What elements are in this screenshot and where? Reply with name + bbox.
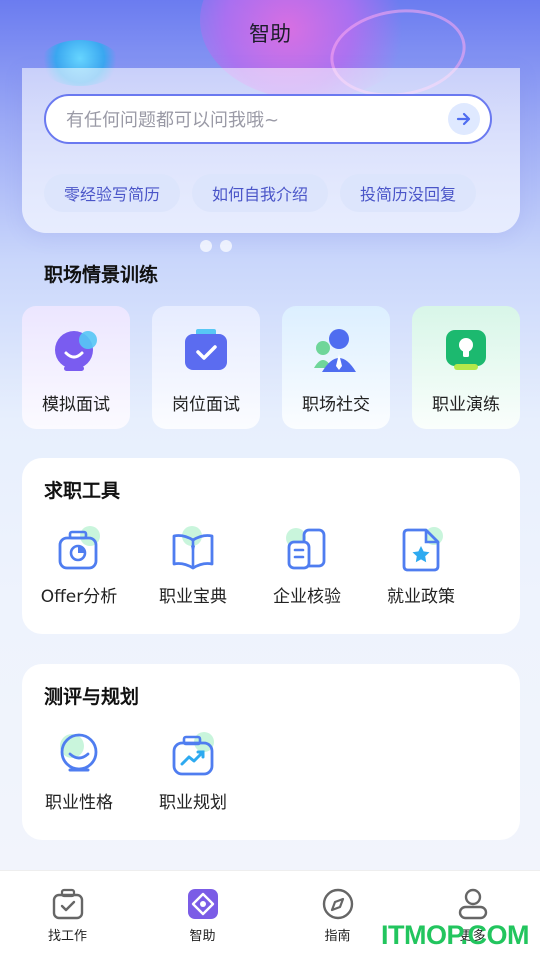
watermark: ITMOP.COM <box>381 920 530 950</box>
scene-item-job-interview[interactable]: 岗位面试 <box>152 306 260 429</box>
section-title-scene-training: 职场情景训练 <box>44 264 159 286</box>
nav-item-find-job[interactable]: 找工作 <box>0 871 135 961</box>
assessment-row: 职业性格 职业规划 <box>22 732 520 822</box>
scene-item-label: 职业演练 <box>432 395 500 415</box>
scene-item-label: 模拟面试 <box>42 395 110 415</box>
section-title-job-tools: 求职工具 <box>44 480 121 502</box>
section-title-assessment: 测评与规划 <box>44 686 140 708</box>
arrow-right-icon <box>456 112 471 126</box>
checked-briefcase-icon <box>185 329 227 370</box>
tool-item-career-handbook[interactable]: 职业宝典 <box>136 526 250 616</box>
briefcase-icon <box>52 888 83 920</box>
scene-item-label: 职场社交 <box>302 395 370 415</box>
tool-item-offer-analysis[interactable]: Offer分析 <box>22 526 136 616</box>
nav-label: 智助 <box>189 929 216 944</box>
tool-item-personality[interactable]: 职业性格 <box>22 732 136 822</box>
page-title: 智助 <box>249 22 291 46</box>
suggestion-chip[interactable]: 零经验写简历 <box>44 174 181 212</box>
career-book-icon <box>172 526 214 570</box>
search-box[interactable] <box>44 94 492 144</box>
tool-item-label: 职业宝典 <box>159 587 227 607</box>
assistant-icon <box>187 889 218 919</box>
compass-icon <box>322 888 353 920</box>
nav-item-assistant[interactable]: 智助 <box>135 871 270 961</box>
job-tools-row: Offer分析 职业宝典 企业核验 就业政策 <box>22 526 520 616</box>
user-icon <box>458 888 487 920</box>
lightbulb-icon <box>446 330 486 370</box>
tool-item-company-verify[interactable]: 企业核验 <box>250 526 364 616</box>
policy-doc-icon <box>402 527 443 572</box>
tool-item-career-planning[interactable]: 职业规划 <box>136 732 250 822</box>
carousel-dots <box>200 240 232 252</box>
people-icon <box>314 329 356 372</box>
job-tools-card: 求职工具 Offer分析 职业宝典 企业核验 就业政策 <box>22 458 520 634</box>
tool-item-label: 职业规划 <box>159 793 227 813</box>
personality-face-icon <box>60 733 98 772</box>
tool-item-label: 职业性格 <box>45 793 113 813</box>
assessment-card: 测评与规划 职业性格 职业规划 <box>22 664 520 840</box>
tool-item-label: Offer分析 <box>40 587 118 607</box>
suggestion-chip[interactable]: 投简历没回复 <box>340 174 477 212</box>
suggestion-chips: 零经验写简历 如何自我介绍 投简历没回复 <box>44 174 504 212</box>
planning-trend-icon <box>172 732 214 776</box>
scene-training-grid: 模拟面试 岗位面试 职场社交 职业演练 <box>22 306 520 429</box>
company-verify-icon <box>286 528 326 570</box>
nav-label: 找工作 <box>47 929 87 944</box>
scene-item-label: 岗位面试 <box>172 395 240 415</box>
interview-bubble-icon <box>55 331 97 371</box>
scene-item-career-drill[interactable]: 职业演练 <box>412 306 520 429</box>
tool-item-employment-policy[interactable]: 就业政策 <box>364 526 478 616</box>
send-button[interactable] <box>448 103 480 135</box>
scene-item-workplace-social[interactable]: 职场社交 <box>282 306 390 429</box>
top-bar: 智助 <box>0 0 540 66</box>
tool-item-label: 就业政策 <box>387 587 455 607</box>
search-input[interactable] <box>64 105 428 135</box>
scene-item-mock-interview[interactable]: 模拟面试 <box>22 306 130 429</box>
suggestion-chip[interactable]: 如何自我介绍 <box>192 174 329 212</box>
assistant-search-card: 零经验写简历 如何自我介绍 投简历没回复 <box>22 68 520 233</box>
offer-chart-icon <box>58 526 100 570</box>
tool-item-label: 企业核验 <box>273 587 341 607</box>
